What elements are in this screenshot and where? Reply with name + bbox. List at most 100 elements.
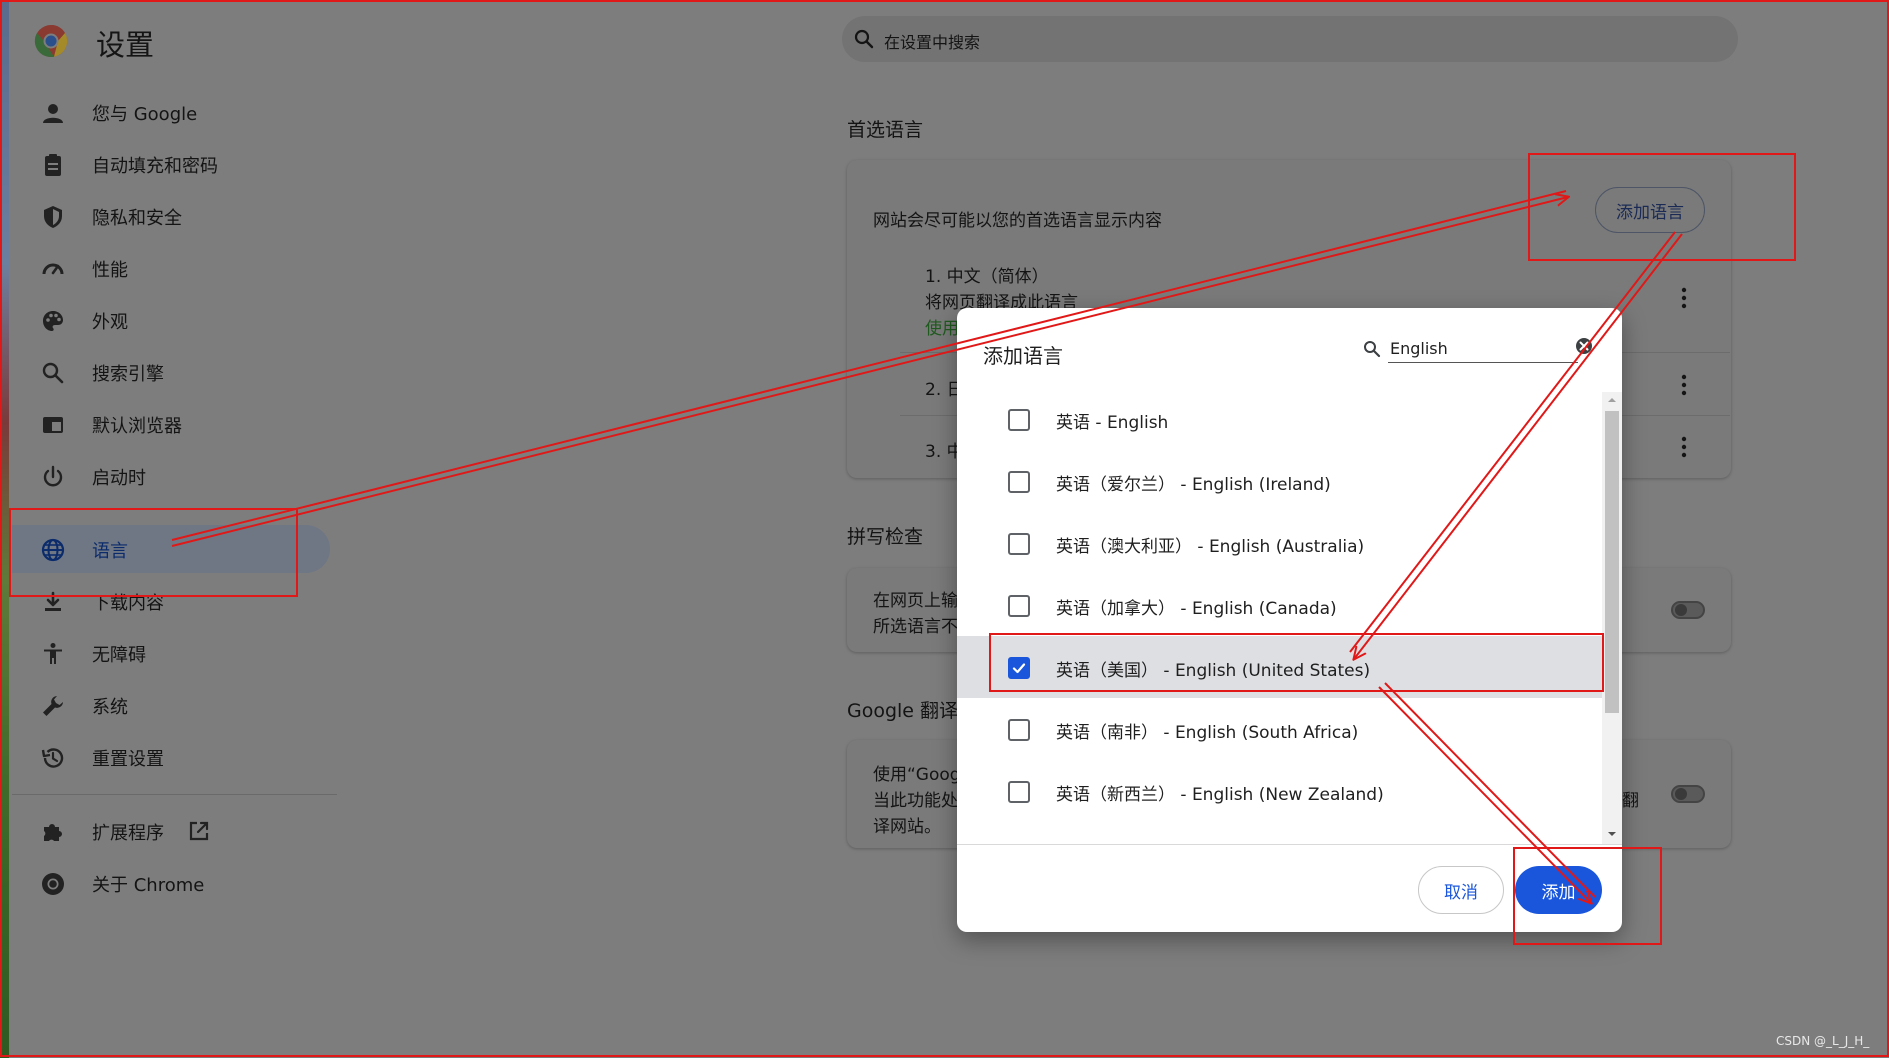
section-title-google-translate: Google 翻译 — [847, 700, 959, 722]
sidebar-item-privacy[interactable]: 隐私和安全 — [12, 192, 330, 240]
sidebar-item-label: 您与 Google — [92, 104, 198, 125]
clear-search-icon[interactable] — [1574, 336, 1594, 356]
translate-description-line3: 译网站。 — [873, 817, 941, 837]
translate-description-fragment: 翻 — [1622, 791, 1639, 811]
language-option-label: 英语（美国） - English (United States) — [1056, 661, 1371, 681]
globe-icon — [41, 538, 65, 562]
language-option-label: 英语（爱尔兰） - English (Ireland) — [1056, 475, 1331, 495]
sidebar-item-label: 关于 Chrome — [92, 875, 205, 896]
palette-icon — [43, 311, 63, 331]
sidebar-item-label: 隐私和安全 — [92, 208, 182, 229]
sidebar-item-label: 搜索引擎 — [92, 364, 164, 385]
dialog-title: 添加语言 — [983, 344, 1063, 368]
sidebar-item-performance[interactable]: 性能 — [12, 244, 330, 292]
open-in-new-icon — [189, 821, 209, 841]
language-item-status: 使用 — [925, 319, 959, 339]
sidebar-item-system[interactable]: 系统 — [12, 681, 330, 729]
sidebar-item-label: 启动时 — [92, 468, 146, 489]
sidebar-item-label: 扩展程序 — [92, 823, 164, 844]
wrench-icon — [43, 696, 63, 716]
language-option-label: 英语（澳大利亚） - English (Australia) — [1056, 537, 1365, 557]
language-checkbox[interactable] — [1008, 595, 1030, 617]
translate-description-line1: 使用“Goog — [873, 765, 961, 785]
language-option-label: 英语（加拿大） - English (Canada) — [1056, 599, 1337, 619]
history-icon — [41, 748, 64, 768]
checkmark-icon — [1012, 663, 1026, 674]
search-icon — [854, 29, 874, 49]
language-checkbox[interactable] — [1008, 781, 1030, 803]
sidebar-item-you-and-google[interactable]: 您与 Google — [12, 88, 330, 136]
sidebar-item-downloads[interactable]: 下载内容 — [12, 577, 330, 625]
sidebar-item-default-browser[interactable]: 默认浏览器 — [12, 400, 330, 448]
sidebar-item-label: 重置设置 — [92, 749, 164, 770]
sidebar-item-label: 无障碍 — [92, 645, 146, 666]
preferred-languages-description: 网站会尽可能以您的首选语言显示内容 — [873, 211, 1162, 231]
more-vert-icon[interactable] — [1681, 435, 1687, 459]
language-option-label: 英语（南非） - English (South Africa) — [1056, 723, 1359, 743]
spellcheck-description-line2: 所选语言不 — [873, 617, 958, 637]
sidebar-item-search-engine[interactable]: 搜索引擎 — [12, 348, 330, 396]
sidebar-divider — [12, 794, 337, 795]
cancel-button[interactable]: 取消 — [1418, 866, 1504, 914]
accessibility-icon — [44, 643, 62, 664]
translate-description-line2: 当此功能处 — [873, 791, 958, 811]
section-title-preferred-languages: 首选语言 — [847, 119, 924, 141]
sidebar-item-about-chrome[interactable]: 关于 Chrome — [12, 859, 330, 907]
language-option[interactable]: 英语 - English — [957, 388, 1602, 450]
language-checkbox[interactable] — [1008, 533, 1030, 555]
dialog-footer-divider — [957, 844, 1622, 845]
language-checkbox[interactable] — [1008, 471, 1030, 493]
desktop-wallpaper-edge — [0, 0, 9, 1058]
clipboard-icon — [45, 154, 61, 176]
add-language-dialog: 添加语言 英语 - English 英语（爱尔兰） - English (Ire… — [957, 308, 1622, 932]
sidebar-item-label: 自动填充和密码 — [92, 156, 218, 177]
scroll-down-arrow-icon[interactable] — [1605, 828, 1619, 840]
sidebar-item-on-startup[interactable]: 启动时 — [12, 452, 330, 500]
language-checkbox[interactable] — [1008, 409, 1030, 431]
language-option[interactable]: 英语（澳大利亚） - English (Australia) — [957, 512, 1602, 574]
search-icon — [42, 362, 64, 384]
settings-search-placeholder[interactable]: 在设置中搜索 — [884, 29, 980, 53]
search-icon — [1364, 341, 1381, 358]
language-search-input[interactable] — [1388, 334, 1578, 363]
more-vert-icon[interactable] — [1681, 286, 1687, 310]
download-icon — [45, 591, 61, 611]
language-option[interactable]: 英语（爱尔兰） - English (Ireland) — [957, 450, 1602, 512]
language-checkbox-checked[interactable] — [1008, 657, 1030, 679]
chrome-logo-icon — [34, 24, 68, 58]
language-option-label: 英语（新西兰） - English (New Zealand) — [1056, 785, 1384, 805]
language-checkbox[interactable] — [1008, 719, 1030, 741]
section-title-spellcheck: 拼写检查 — [847, 526, 924, 548]
scroll-up-arrow-icon[interactable] — [1605, 394, 1619, 406]
chrome-icon — [42, 873, 64, 895]
sidebar-item-label: 系统 — [92, 697, 128, 718]
sidebar-item-extensions[interactable]: 扩展程序 — [12, 807, 330, 855]
spellcheck-toggle[interactable] — [1671, 601, 1705, 619]
spellcheck-description-line1: 在网页上输 — [873, 591, 958, 611]
google-translate-toggle[interactable] — [1671, 785, 1705, 803]
add-button[interactable]: 添加 — [1515, 866, 1602, 914]
sidebar-item-reset-settings[interactable]: 重置设置 — [12, 733, 330, 781]
power-icon — [43, 465, 63, 487]
language-option[interactable]: 英语（新西兰） - English (New Zealand) — [957, 760, 1602, 822]
page-title: 设置 — [96, 28, 155, 62]
watermark: CSDN @_L_J_H_ — [1776, 1034, 1870, 1048]
dialog-scrollbar-thumb[interactable] — [1605, 411, 1619, 713]
sidebar-item-autofill[interactable]: 自动填充和密码 — [12, 140, 330, 188]
add-language-button[interactable]: 添加语言 — [1595, 187, 1705, 233]
sidebar-item-label: 下载内容 — [92, 593, 164, 614]
language-option-selected[interactable]: 英语（美国） - English (United States) — [957, 636, 1602, 698]
more-vert-icon[interactable] — [1681, 373, 1687, 397]
language-option[interactable]: 英语（南非） - English (South Africa) — [957, 698, 1602, 760]
sidebar-item-label: 默认浏览器 — [92, 416, 182, 437]
sidebar-item-appearance[interactable]: 外观 — [12, 296, 330, 344]
language-item-name: 1. 中文（简体） — [925, 267, 1049, 287]
sidebar-item-label: 性能 — [92, 260, 128, 281]
speedometer-icon — [42, 263, 64, 275]
sidebar-item-languages[interactable]: 语言 — [12, 525, 330, 573]
sidebar-item-accessibility[interactable]: 无障碍 — [12, 629, 330, 677]
browser-window-icon — [43, 417, 63, 433]
language-option[interactable]: 英语（加拿大） - English (Canada) — [957, 574, 1602, 636]
puzzle-icon — [44, 824, 62, 841]
sidebar-item-label: 语言 — [92, 541, 128, 562]
